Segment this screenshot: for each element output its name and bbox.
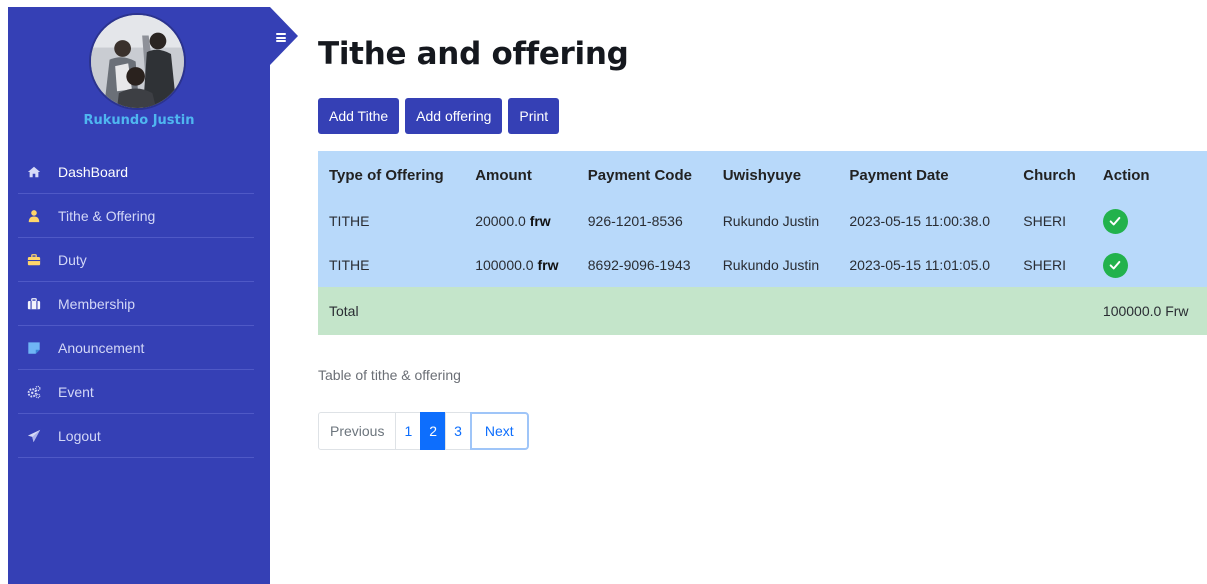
sidebar-item-logout[interactable]: Logout — [8, 414, 270, 458]
avatar — [89, 13, 186, 110]
table-caption: Table of tithe & offering — [318, 367, 461, 383]
table-row: TITHE 20000.0 frw 926-1201-8536 Rukundo … — [318, 199, 1207, 243]
column-header-type: Type of Offering — [329, 166, 444, 184]
confirm-check-icon[interactable] — [1102, 208, 1128, 234]
confirm-check-icon[interactable] — [1102, 252, 1128, 278]
sidebar-item-label: DashBoard — [58, 164, 129, 180]
column-header-action: Action — [1102, 166, 1150, 184]
user-icon — [26, 209, 42, 223]
sidebar-item-membership[interactable]: Membership — [8, 282, 270, 326]
column-header-payment-code: Payment Code — [587, 166, 692, 184]
total-label: Total — [329, 303, 359, 319]
total-spacer — [577, 287, 712, 335]
add-offering-button[interactable]: Add offering — [405, 98, 503, 134]
cogs-icon — [26, 385, 42, 399]
user-name: Rukundo Justin — [83, 113, 195, 128]
column-header-amount: Amount — [475, 166, 532, 184]
pagination-page-2[interactable]: 2 — [420, 412, 447, 450]
pagination-page-1[interactable]: 1 — [395, 412, 422, 450]
cell-amount: 100000.0 frw — [464, 243, 577, 287]
suitcase-icon — [26, 297, 42, 311]
cell-payer: Rukundo Justin — [722, 213, 820, 229]
sidebar-item-label: Logout — [58, 428, 101, 444]
amount-currency: frw — [537, 257, 559, 273]
briefcase-icon — [26, 253, 42, 267]
paper-plane-icon — [26, 429, 42, 443]
total-spacer — [464, 287, 577, 335]
column-header-payment-date: Payment Date — [849, 166, 949, 184]
total-spacer — [712, 287, 839, 335]
app: Rukundo Justin DashBoard Tithe & Offerin… — [0, 0, 1207, 584]
print-button[interactable]: Print — [508, 98, 560, 134]
offerings-table: Type of Offering Amount Payment Code Uwi… — [318, 151, 1207, 335]
cell-church: SHERI — [1023, 257, 1067, 273]
cell-payer: Rukundo Justin — [722, 257, 820, 273]
cell-action — [1092, 199, 1207, 243]
page-title: Tithe and offering — [318, 36, 629, 72]
column-header-church: Church — [1023, 166, 1076, 184]
amount-value: 20000.0 — [475, 213, 526, 229]
sidebar-item-label: Tithe & Offering — [58, 208, 156, 224]
sidebar-nav: DashBoard Tithe & Offering Duty Membersh… — [8, 150, 270, 458]
cell-church: SHERI — [1023, 213, 1067, 229]
note-icon — [26, 341, 42, 355]
sidebar-item-dashboard[interactable]: DashBoard — [8, 150, 270, 194]
table-row: TITHE 100000.0 frw 8692-9096-1943 Rukund… — [318, 243, 1207, 287]
cell-payment-date: 2023-05-15 11:00:38.0 — [849, 213, 991, 229]
sidebar-item-tithe-offering[interactable]: Tithe & Offering — [8, 194, 270, 238]
total-spacer — [1012, 287, 1092, 335]
column-header-uwishyuye: Uwishyuye — [722, 166, 802, 184]
toolbar: Add Tithe Add offering Print — [318, 98, 560, 134]
sidebar-item-label: Membership — [58, 296, 136, 312]
total-spacer — [838, 287, 1012, 335]
cell-payment-code: 926-1201-8536 — [587, 213, 683, 229]
cell-payment-code: 8692-9096-1943 — [587, 257, 691, 273]
avatar-photo-icon — [91, 15, 184, 108]
sidebar-item-anouncement[interactable]: Anouncement — [8, 326, 270, 370]
pagination-previous[interactable]: Previous — [318, 412, 397, 450]
amount-currency: frw — [529, 213, 551, 229]
sidebar-item-label: Event — [58, 384, 94, 400]
cell-type: TITHE — [329, 257, 370, 273]
amount-value: 100000.0 — [475, 257, 534, 273]
pagination-page-3[interactable]: 3 — [445, 412, 471, 450]
cell-type: TITHE — [329, 213, 370, 229]
sidebar-item-label: Duty — [58, 252, 87, 268]
cell-action — [1092, 243, 1207, 287]
sidebar-item-event[interactable]: Event — [8, 370, 270, 414]
cell-amount: 20000.0 frw — [464, 199, 577, 243]
table-header-row: Type of Offering Amount Payment Code Uwi… — [318, 151, 1207, 199]
pagination-next[interactable]: Next — [469, 412, 529, 450]
pagination: Previous 1 2 3 Next — [318, 412, 529, 450]
sidebar-item-label: Anouncement — [58, 340, 145, 356]
total-value: 100000.0 Frw — [1102, 303, 1189, 319]
home-icon — [26, 165, 42, 179]
table-total-row: Total 100000.0 Frw — [318, 287, 1207, 335]
cell-payment-date: 2023-05-15 11:01:05.0 — [849, 257, 991, 273]
sidebar-item-duty[interactable]: Duty — [8, 238, 270, 282]
add-tithe-button[interactable]: Add Tithe — [318, 98, 400, 134]
hamburger-menu-icon[interactable] — [276, 33, 286, 42]
